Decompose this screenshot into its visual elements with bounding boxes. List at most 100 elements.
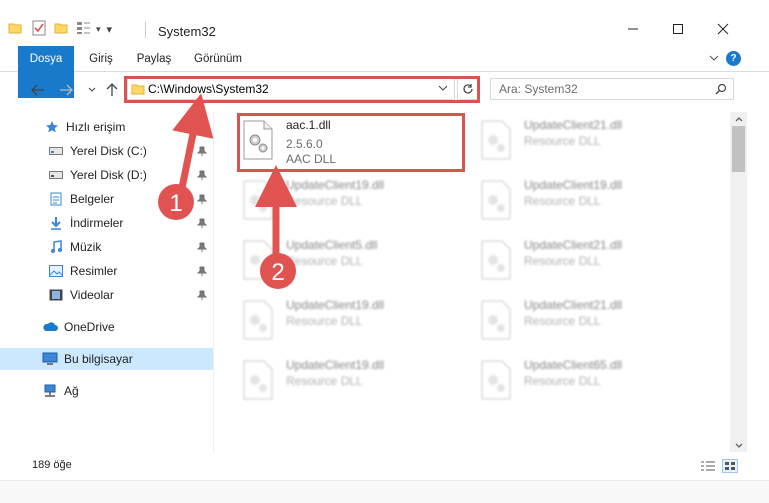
music-icon [48, 239, 64, 255]
pin-icon[interactable] [196, 193, 208, 207]
pin-icon[interactable] [196, 169, 208, 183]
tab-paylas[interactable]: Paylaş [134, 46, 174, 72]
drive-icon [48, 143, 64, 159]
sidebar-item-local-disk-d[interactable]: Yerel Disk (D:) [0, 164, 213, 186]
chevron-down-icon [709, 55, 719, 61]
computer-icon [42, 351, 58, 367]
file-item[interactable]: UpdateClient19.dll Resource DLL [240, 356, 460, 408]
sidebar-item-documents[interactable]: Belgeler [0, 188, 213, 210]
tab-gorunum[interactable]: Görünüm [190, 46, 246, 72]
scroll-down-button[interactable] [734, 441, 743, 450]
cloud-icon [42, 319, 58, 335]
file-item[interactable]: UpdateClient5.dll Resource DLL [240, 236, 460, 288]
sidebar-item-onedrive[interactable]: OneDrive [0, 316, 213, 338]
sidebar-item-label: Hızlı erişim [66, 120, 126, 134]
forward-arrow-icon [60, 84, 73, 96]
sidebar-item-label: Bu bilgisayar [64, 352, 133, 366]
dll-file-icon [243, 300, 273, 340]
maximize-button[interactable] [655, 14, 701, 44]
search-icon[interactable] [715, 83, 727, 98]
chevron-down-icon [735, 443, 742, 448]
file-item[interactable]: UpdateClient19.dll Resource DLL [240, 296, 460, 348]
sidebar-item-label: Ağ [64, 384, 79, 398]
dll-file-icon [243, 360, 273, 400]
file-description: Resource DLL [286, 314, 363, 328]
pin-icon[interactable] [196, 217, 208, 231]
document-icon [48, 191, 64, 207]
new-folder-icon[interactable] [54, 21, 68, 38]
window-bottom-edge [0, 480, 769, 503]
dll-file-icon [481, 240, 511, 280]
sidebar-item-videos[interactable]: Videolar [0, 284, 213, 306]
tab-giris[interactable]: Giriş [84, 46, 118, 72]
close-button[interactable] [700, 14, 746, 44]
sidebar-item-label: Belgeler [70, 192, 115, 206]
drive-icon [48, 167, 64, 183]
search-box[interactable]: Ara: System32 [490, 78, 734, 100]
dll-file-icon [481, 360, 511, 400]
back-button[interactable] [28, 80, 48, 100]
scroll-up-button[interactable] [734, 114, 743, 123]
recent-locations-button[interactable] [82, 80, 102, 100]
dll-file-icon [481, 180, 511, 220]
sidebar-item-label: Müzik [70, 240, 102, 254]
picture-icon [48, 263, 64, 279]
sidebar-item-music[interactable]: Müzik [0, 236, 213, 258]
sidebar-item-downloads[interactable]: İndirmeler [0, 212, 213, 234]
help-button[interactable]: ? [726, 51, 741, 66]
file-item[interactable]: UpdateClient21.dll Resource DLL [478, 296, 698, 348]
tiles-view-icon [725, 462, 735, 470]
pin-icon[interactable] [196, 289, 208, 303]
customize-icon[interactable] [76, 21, 92, 38]
minimize-icon [628, 28, 638, 30]
file-name: UpdateClient5.dll [286, 238, 378, 252]
file-highlight-box [237, 113, 465, 172]
file-description: Resource DLL [524, 134, 601, 148]
sidebar-item-network[interactable]: Ağ [0, 380, 213, 402]
file-name: UpdateClient19.dll [286, 298, 385, 312]
pin-icon[interactable] [196, 241, 208, 255]
file-item[interactable]: UpdateClient21.dll Resource DLL [478, 236, 698, 288]
dll-file-icon [243, 180, 273, 220]
ribbon-collapse-button[interactable] [709, 52, 719, 66]
forward-button[interactable] [56, 80, 76, 100]
pin-icon[interactable] [196, 265, 208, 279]
file-name: UpdateClient65.dll [524, 358, 623, 372]
file-name: UpdateClient19.dll [286, 358, 385, 372]
sidebar-item-pictures[interactable]: Resimler [0, 260, 213, 282]
details-view-button[interactable] [700, 459, 716, 473]
network-icon [42, 383, 58, 399]
dll-file-icon [243, 240, 273, 280]
pane-divider[interactable] [213, 112, 214, 452]
file-description: Resource DLL [524, 374, 601, 388]
title-divider [145, 22, 146, 38]
file-name: UpdateClient19.dll [524, 178, 623, 192]
dll-file-icon [481, 120, 511, 160]
file-item[interactable]: UpdateClient65.dll Resource DLL [478, 356, 698, 408]
file-description: Resource DLL [286, 254, 363, 268]
file-item[interactable]: UpdateClient21.dll Resource DLL [478, 116, 698, 168]
dll-file-icon [481, 300, 511, 340]
sidebar-item-quick-access[interactable]: Hızlı erişim [0, 116, 213, 138]
close-icon [717, 23, 729, 35]
pin-icon[interactable] [196, 145, 208, 159]
file-description: Resource DLL [524, 314, 601, 328]
tiles-view-button[interactable] [722, 459, 738, 473]
search-input[interactable]: Ara: System32 [499, 82, 578, 96]
sidebar-item-label: Yerel Disk (D:) [70, 168, 147, 182]
qa-more-icon[interactable]: ▾ [107, 23, 113, 36]
folder-icon [8, 21, 22, 38]
sidebar-item-label: İndirmeler [70, 216, 124, 230]
back-arrow-icon [31, 84, 44, 96]
up-button[interactable] [102, 80, 122, 100]
minimize-button[interactable] [610, 14, 656, 44]
status-bar: 189 öğe [0, 452, 769, 480]
scroll-thumb[interactable] [732, 126, 745, 172]
properties-icon[interactable] [32, 20, 46, 39]
vertical-scrollbar[interactable] [730, 112, 747, 452]
sidebar-item-local-disk-c[interactable]: Yerel Disk (C:) [0, 140, 213, 162]
qa-dropdown-icon[interactable]: ▾ [96, 24, 101, 35]
file-item[interactable]: UpdateClient19.dll Resource DLL [478, 176, 698, 228]
sidebar-item-this-pc[interactable]: Bu bilgisayar [0, 348, 213, 370]
file-item[interactable]: UpdateClient19.dll Resource DLL [240, 176, 460, 228]
